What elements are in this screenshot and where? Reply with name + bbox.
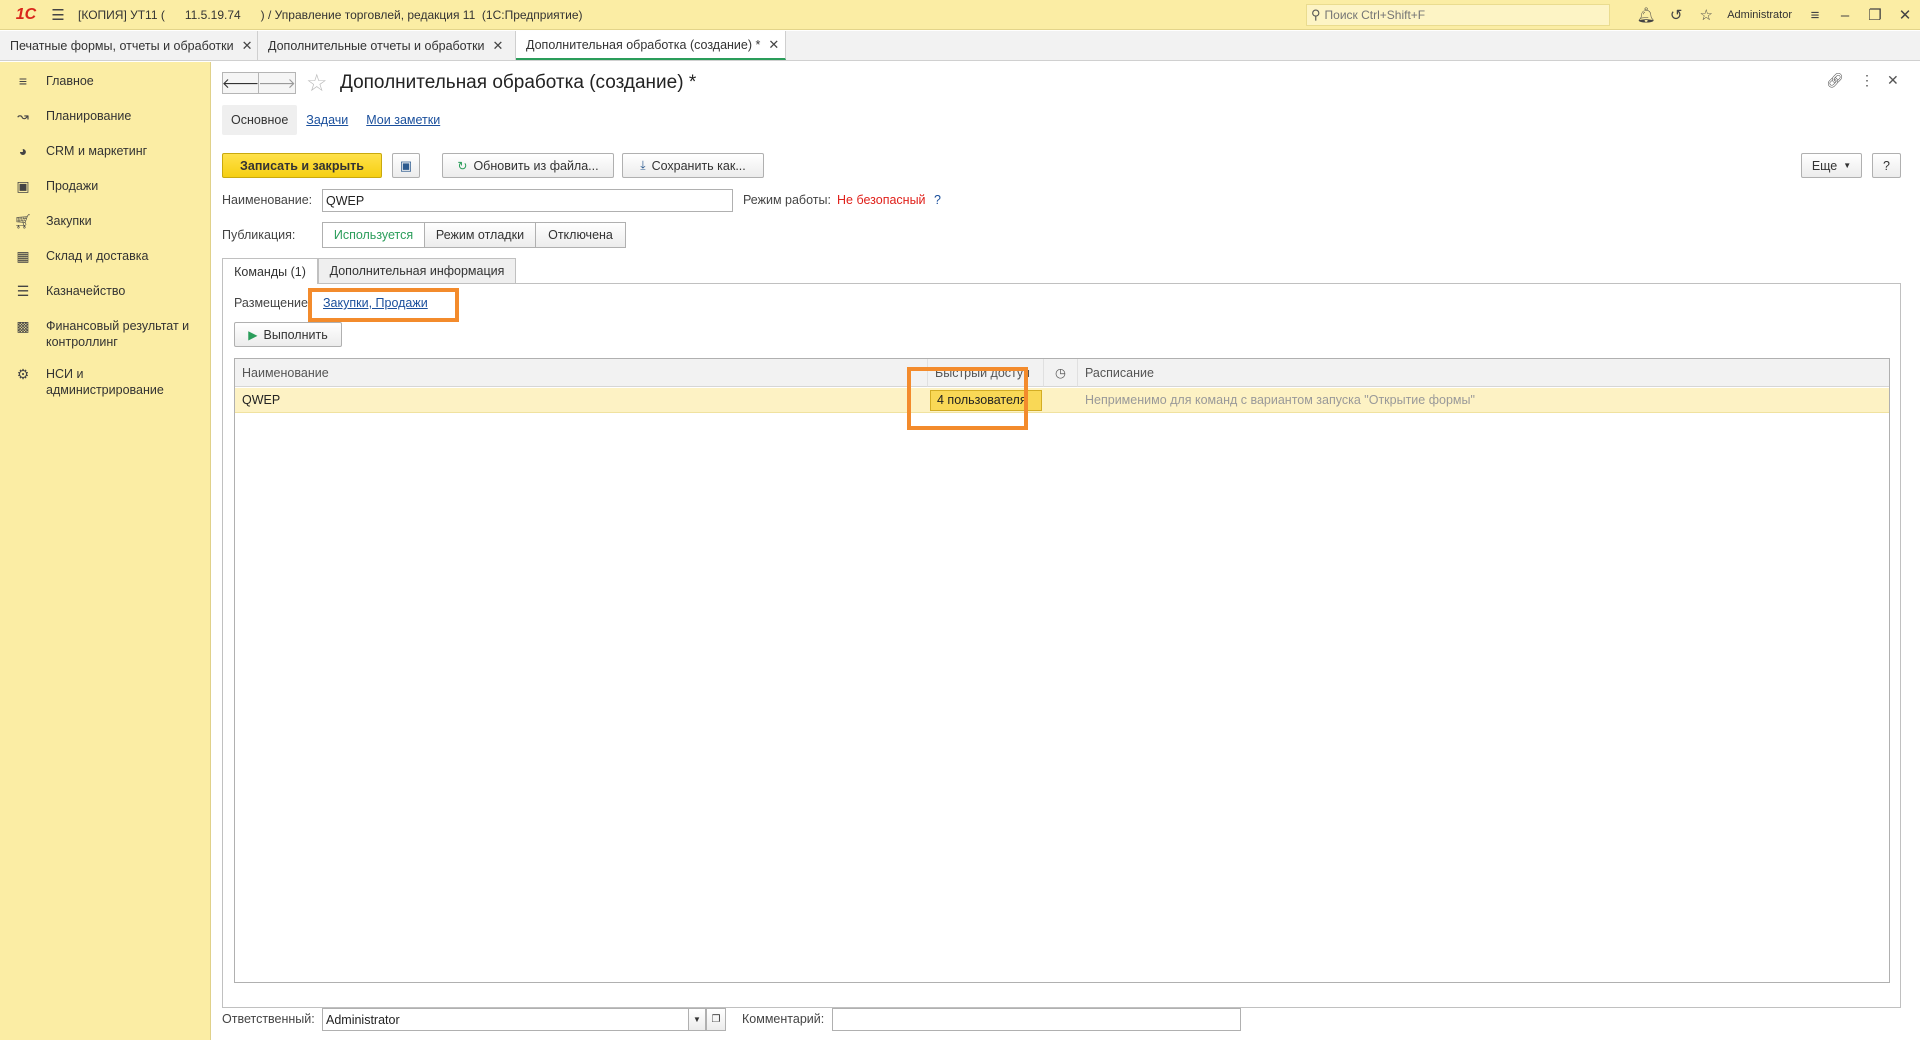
sidebar: ≡ Главное ↝ Планирование ◕ CRM и маркети… bbox=[0, 62, 211, 1040]
placement-highlight bbox=[308, 288, 459, 322]
favorite-star-icon[interactable]: ☆ bbox=[306, 69, 328, 98]
publication-disabled-option[interactable]: Отключена bbox=[535, 222, 626, 248]
current-user[interactable]: Administrator bbox=[1727, 9, 1792, 21]
comment-field[interactable] bbox=[832, 1008, 1241, 1031]
name-field[interactable] bbox=[322, 189, 733, 212]
nav-buttons: 🡐 🡒 bbox=[222, 72, 296, 94]
search-input[interactable] bbox=[1324, 8, 1595, 22]
warehouse-icon: ▦ bbox=[16, 248, 30, 264]
settings-menu-icon[interactable]: ≡ bbox=[1800, 0, 1830, 30]
tab-label: Печатные формы, отчеты и обработки bbox=[10, 38, 234, 53]
app-logo: 1С bbox=[15, 5, 37, 23]
sidebar-item-main[interactable]: ≡ Главное bbox=[0, 73, 210, 97]
cart-icon: 🛒︎ bbox=[14, 213, 32, 229]
close-window-icon[interactable]: ✕ bbox=[1890, 0, 1920, 30]
back-arrow-icon[interactable]: 🡐 bbox=[222, 72, 259, 94]
link-icon[interactable]: 🔗︎ bbox=[1826, 72, 1844, 89]
save-and-close-button[interactable]: Записать и закрыть bbox=[222, 153, 382, 178]
play-icon: ▶ bbox=[248, 327, 258, 342]
row-name-cell[interactable]: QWEP bbox=[242, 388, 922, 413]
more-vertical-icon[interactable]: ⋮ bbox=[1860, 72, 1874, 89]
section-tasks[interactable]: Задачи bbox=[297, 105, 357, 135]
form-sections: Основное Задачи Мои заметки bbox=[222, 105, 449, 135]
mode-value: Не безопасный bbox=[837, 193, 926, 207]
more-button[interactable]: Еще ▼ bbox=[1801, 153, 1862, 178]
row-schedule-cell: Неприменимо для команд с вариантом запус… bbox=[1085, 393, 1475, 407]
gear-icon: ⚙ bbox=[16, 366, 30, 382]
forward-arrow-icon[interactable]: 🡒 bbox=[258, 72, 296, 94]
chart-icon: ↝ bbox=[17, 108, 29, 124]
section-main[interactable]: Основное bbox=[222, 105, 298, 135]
title-bar: 1С ☰ [КОПИЯ] УТ11 ( 11.5.19.74 ) / Управ… bbox=[0, 0, 1920, 30]
responsible-label: Ответственный: bbox=[222, 1012, 315, 1026]
help-button[interactable]: ? bbox=[1872, 153, 1901, 178]
mode-help-link[interactable]: ? bbox=[934, 193, 941, 207]
section-notes[interactable]: Мои заметки bbox=[357, 105, 449, 135]
search-icon: ⚲ bbox=[1311, 7, 1321, 22]
tab-additional-processing[interactable]: Дополнительная обработка (создание) * ✕ bbox=[516, 31, 786, 60]
open-icon[interactable]: ❐ bbox=[706, 1008, 726, 1031]
star-icon[interactable]: ☆ bbox=[1691, 0, 1721, 30]
quick-access-highlight bbox=[907, 367, 1028, 430]
clock-icon: ◷ bbox=[1044, 359, 1078, 387]
sidebar-item-planning[interactable]: ↝ Планирование bbox=[0, 108, 210, 132]
menu-icon: ≡ bbox=[18, 73, 28, 89]
mode-label: Режим работы: bbox=[743, 193, 831, 207]
minimize-icon[interactable]: – bbox=[1830, 0, 1860, 30]
column-header-name[interactable]: Наименование bbox=[235, 359, 928, 387]
restore-icon[interactable]: ❐ bbox=[1860, 0, 1890, 30]
app-title: [КОПИЯ] УТ11 ( 11.5.19.74 ) / Управление… bbox=[78, 7, 583, 22]
save-icon[interactable]: ▣ bbox=[392, 153, 420, 178]
form-title: Дополнительная обработка (создание) * bbox=[340, 72, 697, 93]
update-from-file-button[interactable]: ↻ Обновить из файла... bbox=[442, 153, 614, 178]
close-form-icon[interactable]: ✕ bbox=[1887, 72, 1899, 89]
form-area: 🡐 🡒 ☆ Дополнительная обработка (создание… bbox=[212, 62, 1920, 1040]
close-tab-icon[interactable]: ✕ bbox=[242, 38, 253, 54]
dropdown-arrow-icon: ▼ bbox=[1843, 161, 1852, 170]
execute-button[interactable]: ▶ Выполнить bbox=[234, 322, 342, 347]
tab-commands[interactable]: Команды (1) bbox=[222, 258, 318, 284]
download-icon: ⤓ bbox=[640, 158, 646, 172]
tab-print-forms[interactable]: Печатные формы, отчеты и обработки ✕ bbox=[0, 31, 258, 60]
tab-label: Дополнительные отчеты и обработки bbox=[268, 38, 485, 53]
bars-icon: ▩ bbox=[16, 318, 30, 334]
update-file-icon: ↻ bbox=[457, 158, 468, 173]
close-tab-icon[interactable]: ✕ bbox=[768, 37, 779, 53]
bell-icon[interactable]: 🔔︎ bbox=[1631, 0, 1661, 30]
global-search[interactable]: ⚲ bbox=[1306, 4, 1610, 26]
tab-additional-reports[interactable]: Дополнительные отчеты и обработки ✕ bbox=[258, 31, 516, 60]
sidebar-item-crm[interactable]: ◕ CRM и маркетинг bbox=[0, 143, 210, 167]
sidebar-item-sales[interactable]: ▣ Продажи bbox=[0, 178, 210, 202]
window-tab-strip: Печатные формы, отчеты и обработки ✕ Доп… bbox=[0, 31, 1920, 61]
column-header-schedule[interactable]: Расписание bbox=[1078, 359, 1889, 387]
placement-label: Размещение: bbox=[234, 296, 312, 310]
close-tab-icon[interactable]: ✕ bbox=[493, 38, 504, 54]
sidebar-item-warehouse[interactable]: ▦ Склад и доставка bbox=[0, 248, 210, 272]
coins-icon: ☰ bbox=[16, 283, 30, 299]
main-menu-icon[interactable]: ☰ bbox=[44, 0, 72, 30]
pie-icon: ◕ bbox=[18, 143, 28, 159]
bag-icon: ▣ bbox=[16, 178, 30, 194]
sidebar-item-treasury[interactable]: ☰ Казначейство bbox=[0, 283, 210, 307]
publication-debug-option[interactable]: Режим отладки bbox=[424, 222, 536, 248]
comment-label: Комментарий: bbox=[742, 1012, 825, 1026]
dropdown-arrow-icon[interactable]: ▼ bbox=[688, 1008, 706, 1031]
publication-label: Публикация: bbox=[222, 228, 296, 242]
tab-label: Дополнительная обработка (создание) * bbox=[526, 37, 761, 52]
responsible-field[interactable] bbox=[322, 1008, 701, 1031]
publication-used-option[interactable]: Используется bbox=[322, 222, 425, 248]
table-row[interactable]: QWEP 4 пользователя Неприменимо для кома… bbox=[235, 388, 1889, 413]
tab-additional-info[interactable]: Дополнительная информация bbox=[318, 258, 516, 283]
sidebar-item-nsi-admin[interactable]: ⚙ НСИ и администрирование bbox=[0, 366, 210, 402]
name-label: Наименование: bbox=[222, 193, 313, 207]
sidebar-item-financial-result[interactable]: ▩ Финансовый результат и контроллинг bbox=[0, 318, 210, 354]
history-icon[interactable]: ↺ bbox=[1661, 0, 1691, 30]
save-as-button[interactable]: ⤓ Сохранить как... bbox=[622, 153, 764, 178]
sidebar-item-purchases[interactable]: 🛒︎ Закупки bbox=[0, 213, 210, 237]
commands-table[interactable]: Наименование Быстрый доступ ◷ Расписание… bbox=[234, 358, 1890, 983]
